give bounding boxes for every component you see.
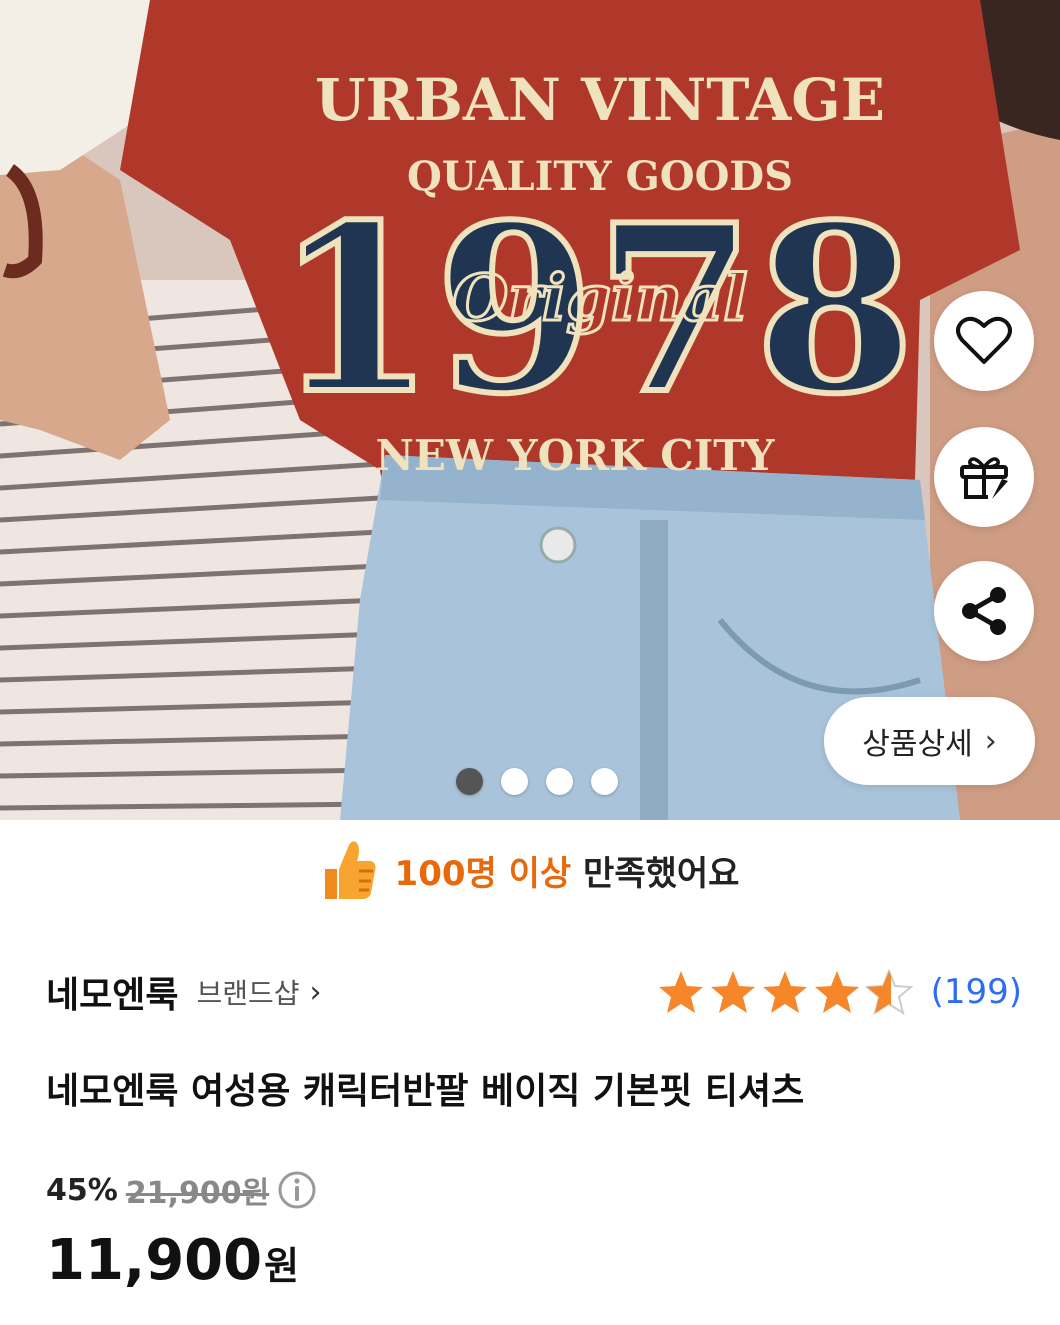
carousel-dot[interactable] bbox=[591, 768, 618, 795]
wishlist-button[interactable] bbox=[934, 291, 1034, 391]
satisfaction-count: 100명 이상 bbox=[394, 853, 572, 894]
star-icon bbox=[762, 971, 807, 1013]
product-detail-button[interactable]: 상품상세 › bbox=[824, 697, 1035, 785]
satisfaction-text: 만족했어요 bbox=[583, 853, 740, 894]
star-icon bbox=[814, 971, 859, 1013]
chevron-right-icon: › bbox=[984, 723, 997, 759]
share-icon bbox=[962, 587, 1006, 635]
original-price-row: 45% 21,900원 bbox=[46, 1168, 317, 1212]
star-icon bbox=[658, 971, 703, 1013]
satisfaction-banner: 100명 이상 만족했어요 bbox=[0, 820, 1060, 920]
thumbs-up-icon bbox=[324, 841, 376, 899]
star-rating bbox=[657, 969, 913, 1015]
brand-name: 네모엔룩 bbox=[46, 975, 179, 1016]
chevron-right-icon: › bbox=[309, 974, 322, 1010]
rating-summary[interactable]: (199) bbox=[657, 969, 1022, 1015]
heart-icon bbox=[956, 316, 1012, 364]
carousel-indicator bbox=[456, 768, 618, 795]
discount-rate: 45% bbox=[46, 1172, 118, 1208]
brand-rating-row: 네모엔룩 브랜드샵 › (199) bbox=[46, 960, 1022, 1024]
brand-info: 네모엔룩 브랜드샵 › bbox=[46, 966, 322, 1018]
gift-button[interactable] bbox=[934, 427, 1034, 527]
svg-text:Original: Original bbox=[452, 261, 747, 336]
review-count-link[interactable]: (199) bbox=[931, 972, 1022, 1012]
svg-text:URBAN VINTAGE: URBAN VINTAGE bbox=[315, 66, 885, 134]
original-price: 21,900원 bbox=[125, 1176, 270, 1211]
svg-text:NEW YORK CITY: NEW YORK CITY bbox=[375, 431, 775, 480]
star-half-icon bbox=[864, 969, 913, 1015]
product-detail-label: 상품상세 bbox=[862, 727, 973, 762]
product-image-carousel[interactable]: URBAN VINTAGE QUALITY GOODS 1978 Origina… bbox=[0, 0, 1060, 820]
sale-price: 11,900 원 bbox=[46, 1228, 299, 1293]
product-title: 네모엔룩 여성용 캐릭터반팔 베이직 기본핏 티셔츠 bbox=[46, 1071, 805, 1112]
info-icon[interactable] bbox=[277, 1170, 317, 1210]
carousel-dot[interactable] bbox=[456, 768, 483, 795]
carousel-dot[interactable] bbox=[501, 768, 528, 795]
sale-price-value: 11,900 bbox=[46, 1228, 263, 1293]
brand-shop-link[interactable]: 브랜드샵 › bbox=[196, 972, 321, 1012]
share-button[interactable] bbox=[934, 561, 1034, 661]
carousel-dot[interactable] bbox=[546, 768, 573, 795]
currency-unit: 원 bbox=[264, 1244, 300, 1288]
gift-icon bbox=[960, 457, 1008, 499]
brand-shop-label: 브랜드샵 bbox=[196, 977, 300, 1010]
star-icon bbox=[710, 971, 755, 1013]
